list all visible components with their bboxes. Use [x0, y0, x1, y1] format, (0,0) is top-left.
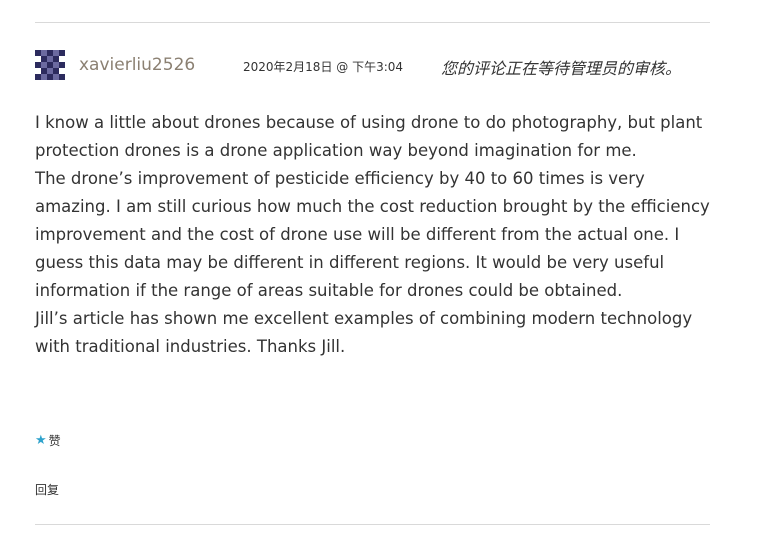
- comment-paragraph: Jill’s article has shown me excellent ex…: [35, 309, 693, 356]
- comment-date-link[interactable]: 2020年2月18日 @ 下午3:04: [243, 58, 403, 75]
- bottom-divider: [35, 524, 710, 525]
- like-label: 赞: [48, 434, 61, 448]
- top-divider: [35, 22, 710, 23]
- identicon-avatar-icon: [35, 50, 65, 80]
- comment-paragraph: I know a little about drones because of …: [35, 113, 703, 160]
- comment-header: xavierliu2526 2020年2月18日 @ 下午3:04 您的评论正在…: [35, 50, 725, 82]
- avatar[interactable]: [35, 50, 65, 80]
- comment-paragraph: The drone’s improvement of pesticide eff…: [35, 169, 710, 300]
- reply-link[interactable]: 回复: [35, 481, 59, 498]
- like-button[interactable]: ★ 赞: [35, 432, 61, 449]
- comment-author-link[interactable]: xavierliu2526: [79, 55, 195, 75]
- star-icon: ★: [35, 433, 47, 448]
- comment-body: I know a little about drones because of …: [35, 109, 725, 361]
- moderation-notice: 您的评论正在等待管理员的审核。: [441, 59, 682, 78]
